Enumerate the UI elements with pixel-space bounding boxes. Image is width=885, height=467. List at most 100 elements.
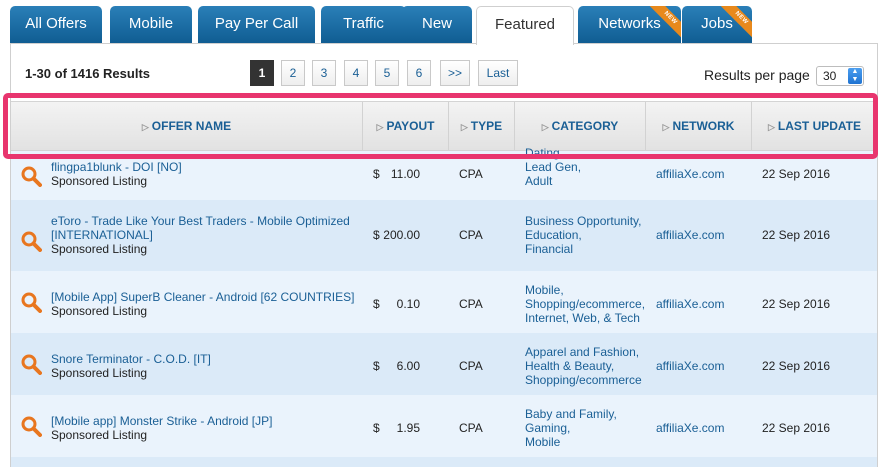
page-2-button[interactable]: 2: [281, 60, 305, 86]
column-label: NETWORK: [672, 119, 735, 133]
next-pages-button[interactable]: >>: [440, 60, 470, 86]
table-header: ▷ OFFER NAME ▷ PAYOUT ▷ TYPE ▷ CATEGORY ▷ NET…: [11, 101, 877, 151]
category-link[interactable]: Shopping/ecommerce: [525, 373, 642, 387]
results-per-page-select[interactable]: 30 ▲ ▼: [816, 66, 864, 86]
tab-label: Featured: [494, 16, 556, 33]
category-link[interactable]: Gaming,: [525, 421, 617, 435]
sort-triangle-icon: ▷: [141, 122, 149, 132]
column-label: PAYOUT: [386, 119, 435, 133]
tab-label: Traffic: [343, 15, 384, 32]
table-row[interactable]: [Mobile App] SuperB Cleaner - Android [6…: [11, 271, 877, 333]
table-row[interactable]: flingpa1blunk - DOI [NO] Sponsored Listi…: [11, 146, 877, 200]
tab-all-offers[interactable]: All Offers: [10, 6, 102, 44]
payout-amount: 1.95: [396, 421, 420, 435]
category-link[interactable]: Education,: [525, 228, 642, 242]
offer-type: CPA: [459, 297, 483, 311]
column-header-type[interactable]: ▷ TYPE: [449, 102, 515, 150]
payout-amount: 6.00: [396, 359, 420, 373]
offer-type: CPA: [459, 167, 483, 181]
table-row[interactable]: [11, 457, 877, 467]
sort-triangle-icon: ▷: [541, 122, 549, 132]
sort-triangle-icon: ▷: [376, 122, 384, 132]
sponsored-label: Sponsored Listing: [51, 428, 148, 442]
sponsored-label: Sponsored Listing: [51, 242, 148, 256]
magnifier-icon[interactable]: [20, 230, 42, 252]
last-update: 22 Sep 2016: [762, 167, 831, 181]
page-1-button[interactable]: 1: [250, 60, 274, 86]
sponsored-label: Sponsored Listing: [51, 174, 148, 188]
magnifier-icon[interactable]: [20, 415, 42, 437]
column-label: LAST UPDATE: [777, 119, 862, 133]
category-link[interactable]: Mobile,: [525, 283, 645, 297]
sponsored-label: Sponsored Listing: [51, 304, 148, 318]
category-link[interactable]: Business Opportunity,: [525, 214, 642, 228]
offers-panel: 1-30 of 1416 Results 1 2 3 4 5 6 >> Last…: [10, 43, 878, 467]
results-per-page-label: Results per page: [704, 67, 810, 83]
tab-featured[interactable]: Featured: [476, 6, 574, 45]
column-header-payout[interactable]: ▷ PAYOUT: [363, 102, 449, 150]
page-5-button[interactable]: 5: [375, 60, 399, 86]
column-header-offer-name[interactable]: ▷ OFFER NAME: [11, 102, 363, 150]
table-row[interactable]: eToro - Trade Like Your Best Traders - M…: [11, 200, 877, 271]
offer-name-link[interactable]: Snore Terminator - C.O.D. [IT]: [51, 352, 211, 366]
sort-triangle-icon: ▷: [662, 122, 670, 132]
category-link[interactable]: Mobile: [525, 435, 617, 449]
offer-name-link[interactable]: [INTERNATIONAL]: [51, 228, 350, 242]
network-link[interactable]: affiliaXe.com: [656, 297, 724, 311]
column-label: OFFER NAME: [151, 119, 232, 133]
tab-label: All Offers: [25, 15, 87, 32]
tab-new[interactable]: New: [402, 6, 472, 44]
tab-traffic[interactable]: Traffic: [321, 6, 406, 44]
category-link[interactable]: Financial: [525, 242, 642, 256]
category-link[interactable]: Health & Beauty,: [525, 359, 642, 373]
payout-amount: 200.00: [383, 228, 420, 242]
network-link[interactable]: affiliaXe.com: [656, 359, 724, 373]
column-header-network[interactable]: ▷ NETWORK: [646, 102, 752, 150]
network-link[interactable]: affiliaXe.com: [656, 167, 724, 181]
page-6-button[interactable]: 6: [407, 60, 431, 86]
network-link[interactable]: affiliaXe.com: [656, 228, 724, 242]
network-link[interactable]: affiliaXe.com: [656, 421, 724, 435]
tab-label: New: [421, 15, 452, 32]
offer-name-link[interactable]: flingpa1blunk - DOI [NO]: [51, 160, 182, 174]
offer-name-link[interactable]: [Mobile app] Monster Strike - Android [J…: [51, 414, 272, 428]
last-update: 22 Sep 2016: [762, 228, 831, 242]
category-link[interactable]: Dating,: [525, 146, 581, 160]
last-update: 22 Sep 2016: [762, 297, 831, 311]
column-label: TYPE: [470, 119, 503, 133]
sort-triangle-icon: ▷: [460, 122, 468, 132]
tab-mobile[interactable]: Mobile: [110, 6, 192, 44]
tab-label: Networks: [598, 15, 661, 32]
column-header-last-update[interactable]: ▷ LAST UPDATE: [752, 102, 877, 150]
category-link[interactable]: Internet, Web, & Tech: [525, 311, 645, 325]
magnifier-icon[interactable]: [20, 165, 42, 187]
offer-type: CPA: [459, 228, 483, 242]
magnifier-icon[interactable]: [20, 353, 42, 375]
sponsored-label: Sponsored Listing: [51, 366, 148, 380]
magnifier-icon[interactable]: [20, 291, 42, 313]
tab-pay-per-call[interactable]: Pay Per Call: [198, 6, 315, 44]
category-link[interactable]: Adult: [525, 174, 581, 188]
table-row[interactable]: [Mobile app] Monster Strike - Android [J…: [11, 395, 877, 457]
page-4-button[interactable]: 4: [344, 60, 368, 86]
tab-label: Jobs: [701, 15, 733, 32]
offer-type: CPA: [459, 421, 483, 435]
payout-amount: 0.10: [396, 297, 420, 311]
payout-amount: 11.00: [390, 167, 420, 181]
last-page-button[interactable]: Last: [478, 60, 518, 86]
category-link[interactable]: Baby and Family,: [525, 407, 617, 421]
tab-jobs[interactable]: Jobs NEW: [682, 6, 752, 44]
category-link[interactable]: Shopping/ecommerce,: [525, 297, 645, 311]
column-header-category[interactable]: ▷ CATEGORY: [515, 102, 646, 150]
tab-networks[interactable]: Networks NEW: [578, 6, 681, 44]
category-link[interactable]: Apparel and Fashion,: [525, 345, 642, 359]
table-row[interactable]: Snore Terminator - C.O.D. [IT] Sponsored…: [11, 333, 877, 395]
last-update: 22 Sep 2016: [762, 421, 831, 435]
offer-name-link[interactable]: [Mobile App] SuperB Cleaner - Android [6…: [51, 290, 354, 304]
page-3-button[interactable]: 3: [312, 60, 336, 86]
last-update: 22 Sep 2016: [762, 359, 831, 373]
category-link[interactable]: Lead Gen,: [525, 160, 581, 174]
column-label: CATEGORY: [551, 119, 619, 133]
offer-name-link[interactable]: eToro - Trade Like Your Best Traders - M…: [51, 214, 350, 228]
tab-label: Pay Per Call: [214, 15, 299, 32]
